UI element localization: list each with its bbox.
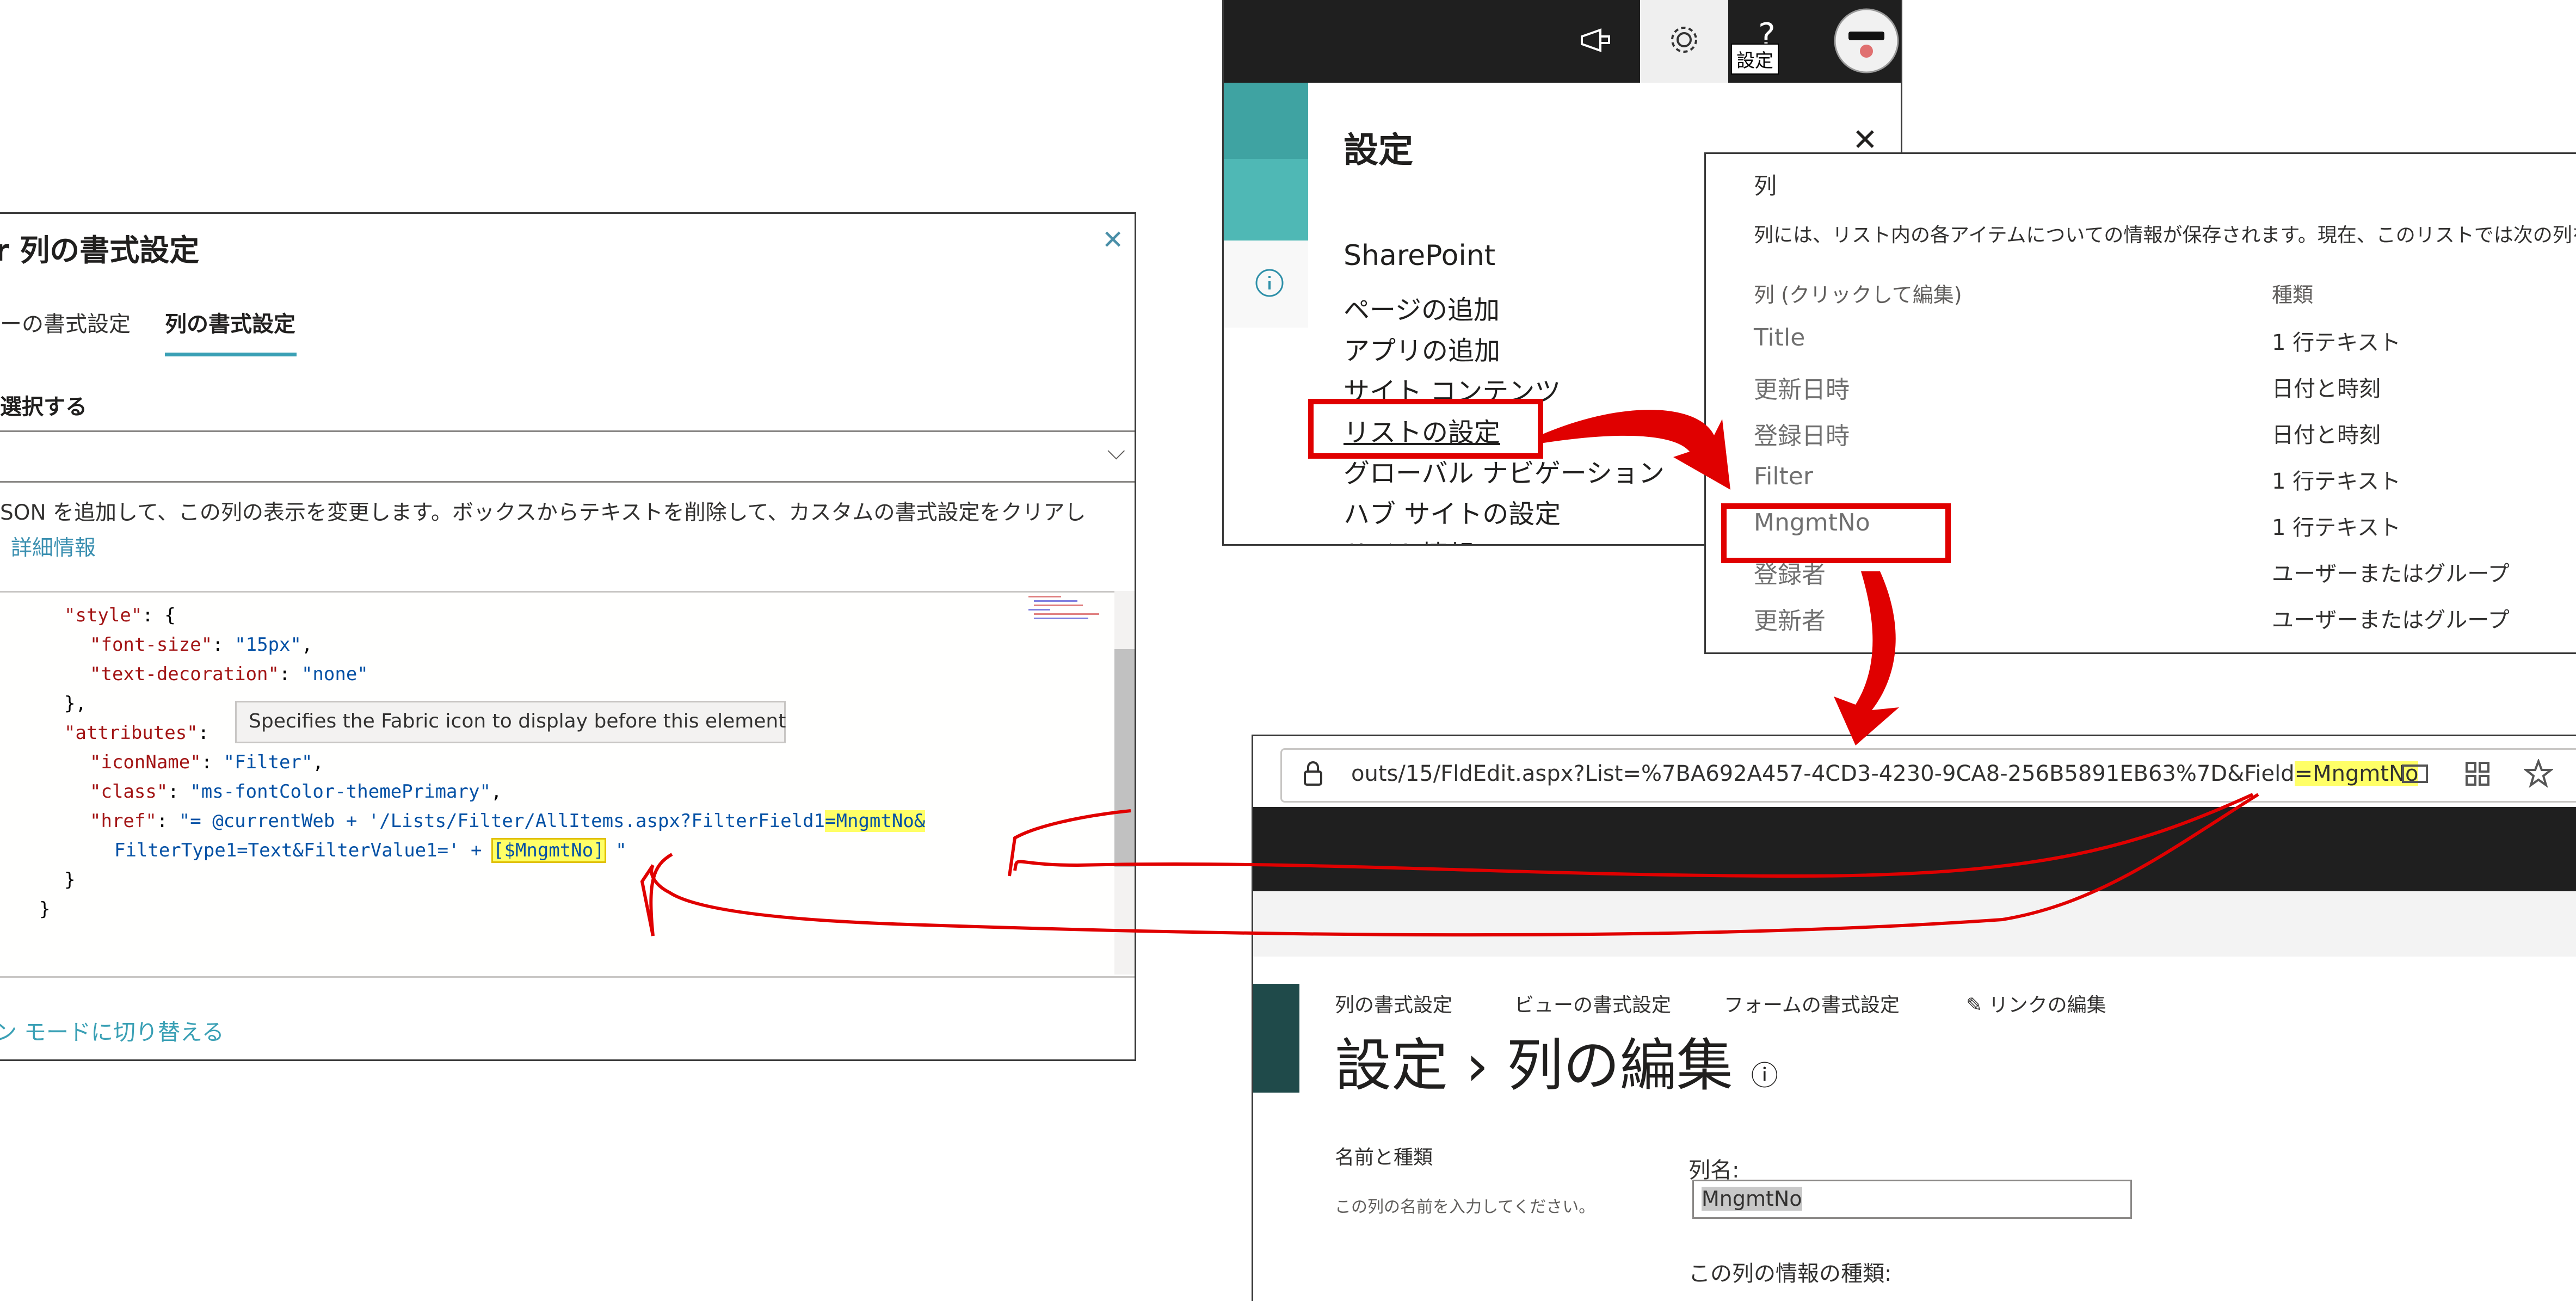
annotation-line xyxy=(1013,793,2254,878)
annotation-arrow xyxy=(1540,410,1730,490)
annotation-overlay xyxy=(640,410,2259,937)
annotation-arrow xyxy=(1834,571,1899,745)
